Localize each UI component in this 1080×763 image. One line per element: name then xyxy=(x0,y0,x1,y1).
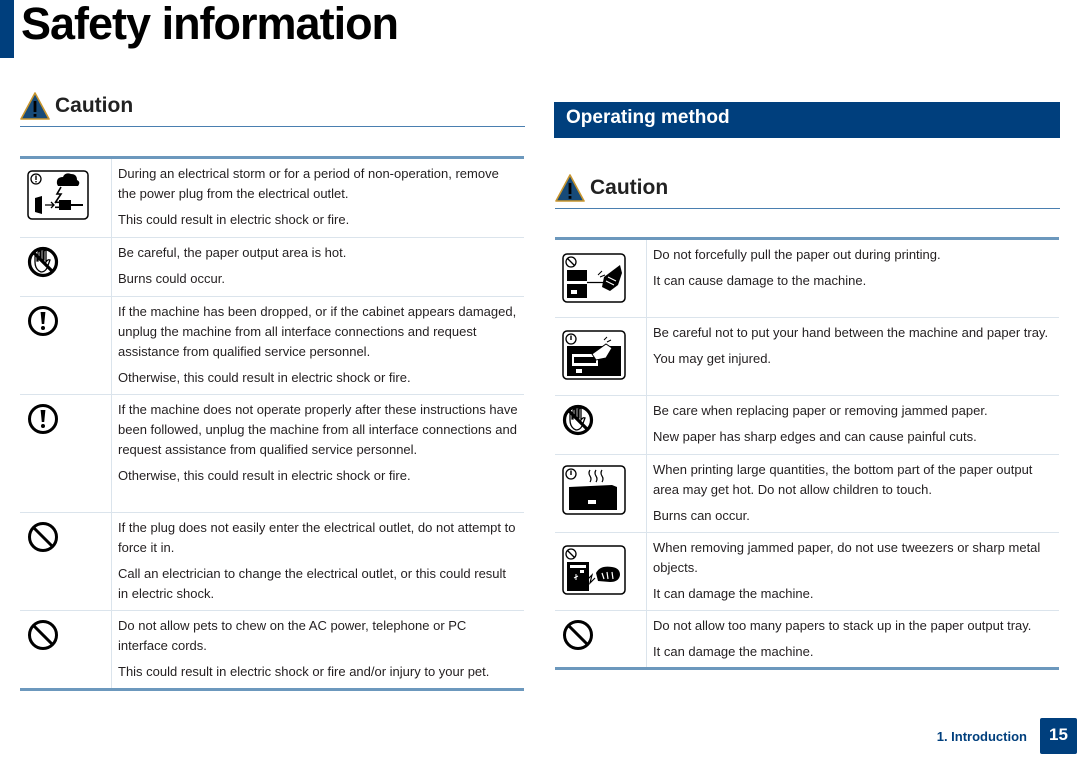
table-row: Do not allow too many papers to stack up… xyxy=(555,611,1059,667)
icon-cell xyxy=(20,238,112,296)
consequence-text: Burns can occur. xyxy=(653,508,750,523)
row-text: Do not allow too many papers to stack up… xyxy=(647,611,1059,667)
row-text: Do not forcefully pull the paper out dur… xyxy=(647,240,1059,317)
icon-cell xyxy=(20,513,112,610)
consequence-text: This could result in electric shock or f… xyxy=(118,664,490,679)
section-title-bar: Operating method xyxy=(554,102,1060,138)
caution-mandatory-icon xyxy=(28,306,58,336)
table-row: If the plug does not easily enter the el… xyxy=(20,513,524,611)
consequence-text: Call an electrician to change the electr… xyxy=(118,566,507,601)
storm-unplug-icon xyxy=(27,170,89,220)
instruction-text: When removing jammed paper, do not use t… xyxy=(653,540,1041,575)
caution-label: Caution xyxy=(55,94,134,117)
instruction-text: If the machine does not operate properly… xyxy=(118,402,518,457)
consequence-text: You may get injured. xyxy=(653,351,772,366)
row-text: When printing large quantities, the bott… xyxy=(647,455,1059,532)
consequence-text: Otherwise, this could result in electric… xyxy=(118,468,411,483)
page-title: Safety information xyxy=(21,0,399,49)
caution-underline-left xyxy=(20,126,525,127)
chapter-link[interactable]: 1. Introduction xyxy=(937,729,1027,744)
warning-triangle-icon xyxy=(555,174,585,202)
hand-in-tray-icon xyxy=(562,330,626,380)
section-title: Operating method xyxy=(566,107,730,128)
table-row: Do not forcefully pull the paper out dur… xyxy=(555,240,1059,318)
instruction-text: When printing large quantities, the bott… xyxy=(653,462,1033,497)
caution-heading-right: Caution xyxy=(555,174,668,202)
icon-cell xyxy=(20,297,112,394)
icon-cell xyxy=(555,533,647,610)
table-row: Be care when replacing paper or removing… xyxy=(555,396,1059,455)
page-number-badge: 15 xyxy=(1040,718,1077,754)
row-text: When removing jammed paper, do not use t… xyxy=(647,533,1059,610)
table-row: When removing jammed paper, do not use t… xyxy=(555,533,1059,611)
no-touch-hot-icon xyxy=(27,246,59,278)
instruction-text: If the machine has been dropped, or if t… xyxy=(118,304,517,359)
consequence-text: Burns could occur. xyxy=(118,271,225,286)
prohibited-icon xyxy=(28,620,58,650)
row-text: Do not allow pets to chew on the AC powe… xyxy=(112,611,524,688)
icon-cell xyxy=(20,159,112,237)
table-row: If the machine has been dropped, or if t… xyxy=(20,297,524,395)
icon-cell xyxy=(555,240,647,317)
instruction-text: Do not allow too many papers to stack up… xyxy=(653,618,1032,633)
consequence-text: Otherwise, this could result in electric… xyxy=(118,370,411,385)
table-row: During an electrical storm or for a peri… xyxy=(20,159,524,238)
icon-cell xyxy=(555,396,647,454)
caution-underline-right xyxy=(555,208,1060,209)
prohibited-icon xyxy=(28,522,58,552)
table-row: If the machine does not operate properly… xyxy=(20,395,524,513)
no-touch-hand-icon xyxy=(562,404,594,436)
caution-mandatory-icon xyxy=(28,404,58,434)
title-accent-bar xyxy=(0,0,14,58)
table-row: When printing large quantities, the bott… xyxy=(555,455,1059,533)
table-row: Do not allow pets to chew on the AC powe… xyxy=(20,611,524,688)
consequence-text: It can cause damage to the machine. xyxy=(653,273,867,288)
instruction-text: Be careful, the paper output area is hot… xyxy=(118,245,347,260)
table-row: Be careful, the paper output area is hot… xyxy=(20,238,524,297)
left-caution-table: During an electrical storm or for a peri… xyxy=(20,156,524,691)
instruction-text: If the plug does not easily enter the el… xyxy=(118,520,516,555)
table-row: Be careful not to put your hand between … xyxy=(555,318,1059,396)
warning-triangle-icon xyxy=(20,92,50,120)
prohibited-icon xyxy=(563,620,593,650)
row-text: Be careful, the paper output area is hot… xyxy=(112,238,524,296)
row-text: Be careful not to put your hand between … xyxy=(647,318,1059,395)
row-text: During an electrical storm or for a peri… xyxy=(112,159,524,237)
consequence-text: It can damage the machine. xyxy=(653,644,814,659)
icon-cell xyxy=(555,455,647,532)
row-text: If the machine does not operate properly… xyxy=(112,395,524,512)
caution-label: Caution xyxy=(590,176,669,199)
caution-heading-left: Caution xyxy=(20,92,133,120)
no-tweezers-icon xyxy=(562,545,626,595)
hot-output-icon xyxy=(562,465,626,515)
icon-cell xyxy=(555,318,647,395)
right-caution-table: Do not forcefully pull the paper out dur… xyxy=(555,237,1059,670)
consequence-text: It can damage the machine. xyxy=(653,586,814,601)
instruction-text: During an electrical storm or for a peri… xyxy=(118,166,499,201)
no-pull-paper-icon xyxy=(562,253,626,303)
icon-cell xyxy=(20,611,112,688)
instruction-text: Do not allow pets to chew on the AC powe… xyxy=(118,618,467,653)
consequence-text: This could result in electric shock or f… xyxy=(118,212,350,227)
row-text: Be care when replacing paper or removing… xyxy=(647,396,1059,454)
row-text: If the machine has been dropped, or if t… xyxy=(112,297,524,394)
row-text: If the plug does not easily enter the el… xyxy=(112,513,524,610)
consequence-text: New paper has sharp edges and can cause … xyxy=(653,429,977,444)
instruction-text: Be care when replacing paper or removing… xyxy=(653,403,988,418)
instruction-text: Do not forcefully pull the paper out dur… xyxy=(653,247,941,262)
icon-cell xyxy=(20,395,112,512)
instruction-text: Be careful not to put your hand between … xyxy=(653,325,1049,340)
icon-cell xyxy=(555,611,647,667)
